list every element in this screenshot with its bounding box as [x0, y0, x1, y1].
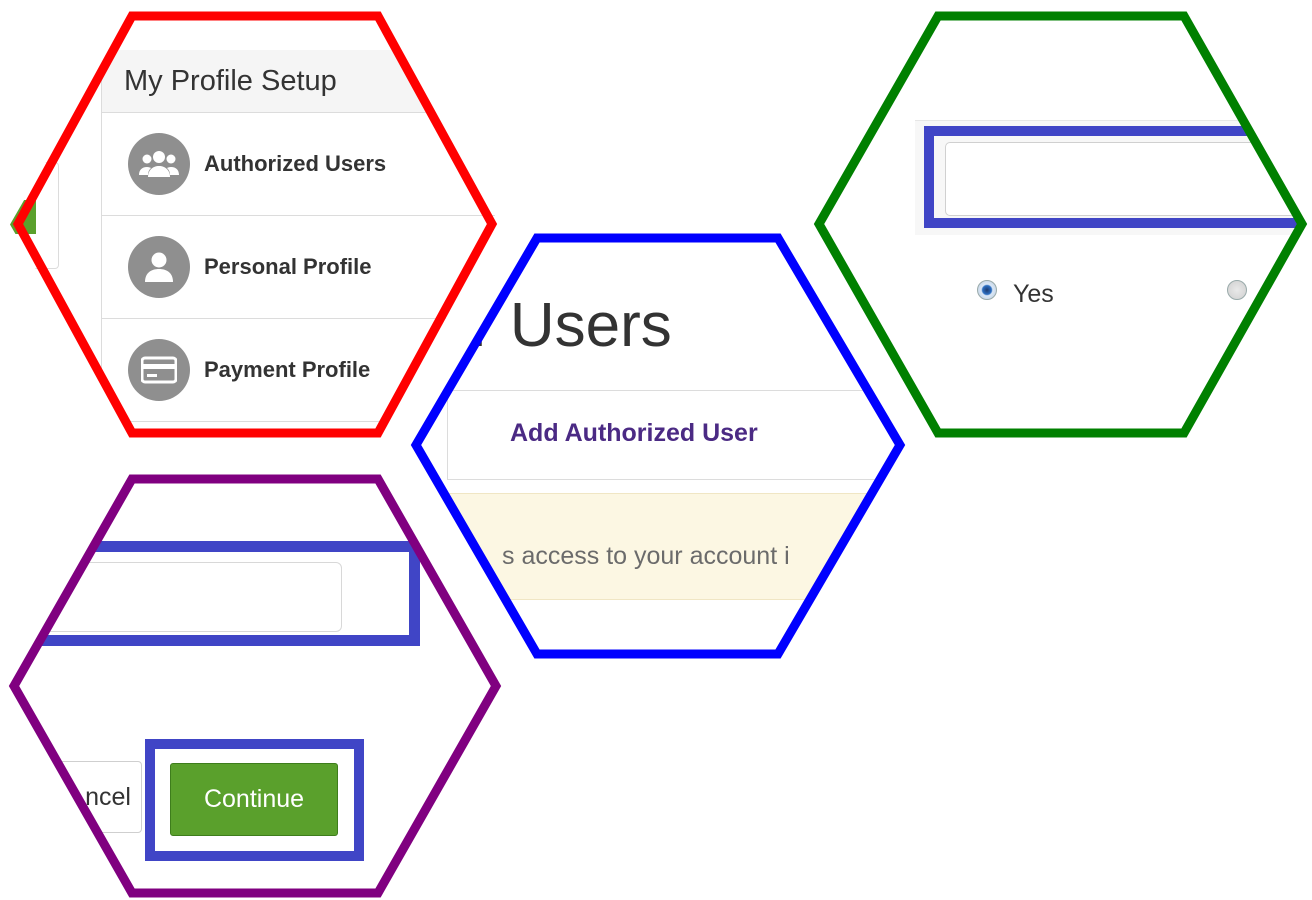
info-notice: s access to your account i	[412, 493, 905, 600]
credit-card-icon	[128, 339, 190, 401]
radio-yes[interactable]	[977, 280, 997, 300]
radio-no[interactable]	[1227, 280, 1247, 300]
tab-add-authorized-user[interactable]: Add Authorized User	[447, 390, 905, 480]
left-panel-edge	[10, 162, 59, 269]
menu-item-personal-profile[interactable]: Personal Profile	[102, 216, 500, 319]
menu-item-label: Authorized Users	[204, 151, 387, 176]
users-page-zoom: r Users Add Authorized User s access to …	[412, 235, 905, 655]
green-button-edge	[10, 200, 36, 234]
text-input-field[interactable]	[945, 142, 1307, 216]
user-icon	[128, 236, 190, 298]
profile-menu-zoom: My Profile Setup Authorized Users Person…	[10, 12, 500, 437]
cancel-label: ncel	[85, 782, 131, 811]
menu-item-authorized-users[interactable]: Authorized Users	[102, 113, 500, 216]
cancel-button[interactable]: ncel	[10, 761, 142, 833]
continue-button[interactable]: Continue	[170, 763, 338, 836]
continue-label: Continue	[203, 785, 305, 813]
users-icon	[128, 133, 190, 195]
tab-label: Add Authorized User	[510, 419, 758, 447]
page-title: r Users	[472, 291, 672, 360]
form-input-zoom: Yes	[815, 14, 1307, 434]
radio-yes-label: Yes	[1013, 280, 1054, 308]
menu-item-label: Personal Profile	[204, 254, 372, 279]
action-buttons-zoom: ncel Continue	[10, 477, 502, 897]
text-input-field[interactable]	[22, 562, 342, 632]
notice-text: s access to your account i	[502, 542, 790, 570]
menu-item-label: Payment Profile	[204, 357, 371, 382]
profile-setup-menu: My Profile Setup Authorized Users Person…	[101, 50, 500, 437]
menu-title: My Profile Setup	[102, 50, 500, 113]
